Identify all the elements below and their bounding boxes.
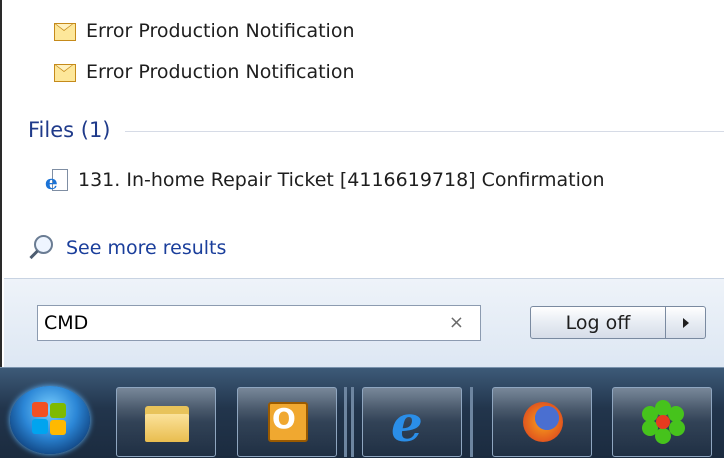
clear-search-icon[interactable]: × xyxy=(449,313,464,333)
see-more-label: See more results xyxy=(66,237,227,259)
taskbar-separator xyxy=(344,387,347,457)
start-search-box[interactable]: × xyxy=(37,305,481,341)
log-off-button[interactable]: Log off xyxy=(530,306,666,339)
windows-start-orb[interactable] xyxy=(10,386,90,454)
icq-flower-icon xyxy=(641,400,685,444)
start-menu-search-results: Error Production Notification Error Prod… xyxy=(0,0,724,368)
header-divider xyxy=(124,130,724,132)
triangle-right-icon xyxy=(682,317,689,328)
result-label: 131. In-home Repair Ticket [4116619718] … xyxy=(78,169,605,191)
envelope-icon xyxy=(54,23,76,41)
windows-logo-icon xyxy=(32,402,68,436)
power-button-group: Log off xyxy=(530,306,706,339)
search-result-email-2[interactable]: Error Production Notification xyxy=(54,57,355,87)
folder-icon xyxy=(145,400,189,444)
see-more-results-link[interactable]: See more results xyxy=(28,233,226,263)
files-category-header[interactable]: Files (1) xyxy=(28,115,724,145)
taskbar-app-icq[interactable] xyxy=(612,387,712,457)
magnifier-icon xyxy=(28,235,54,261)
internet-explorer-file-icon: e xyxy=(45,169,68,194)
taskbar-separator xyxy=(470,387,473,457)
taskbar-app-outlook[interactable]: O xyxy=(237,387,337,457)
taskbar-app-internet-explorer[interactable]: e xyxy=(362,387,462,457)
result-label: Error Production Notification xyxy=(86,20,355,42)
taskbar-separator xyxy=(351,387,354,457)
power-options-button[interactable] xyxy=(666,306,706,339)
files-header-label: Files (1) xyxy=(28,118,111,142)
taskbar-app-windows-explorer[interactable] xyxy=(116,387,216,457)
result-label: Error Production Notification xyxy=(86,61,355,83)
firefox-icon xyxy=(521,400,565,444)
outlook-icon: O xyxy=(266,400,310,444)
search-result-email-1[interactable]: Error Production Notification xyxy=(54,16,355,46)
taskbar-app-firefox[interactable] xyxy=(492,387,592,457)
internet-explorer-icon: e xyxy=(391,394,423,453)
envelope-icon xyxy=(54,64,76,82)
search-input[interactable] xyxy=(38,312,424,334)
search-result-file-1[interactable]: e 131. In-home Repair Ticket [4116619718… xyxy=(45,165,605,195)
